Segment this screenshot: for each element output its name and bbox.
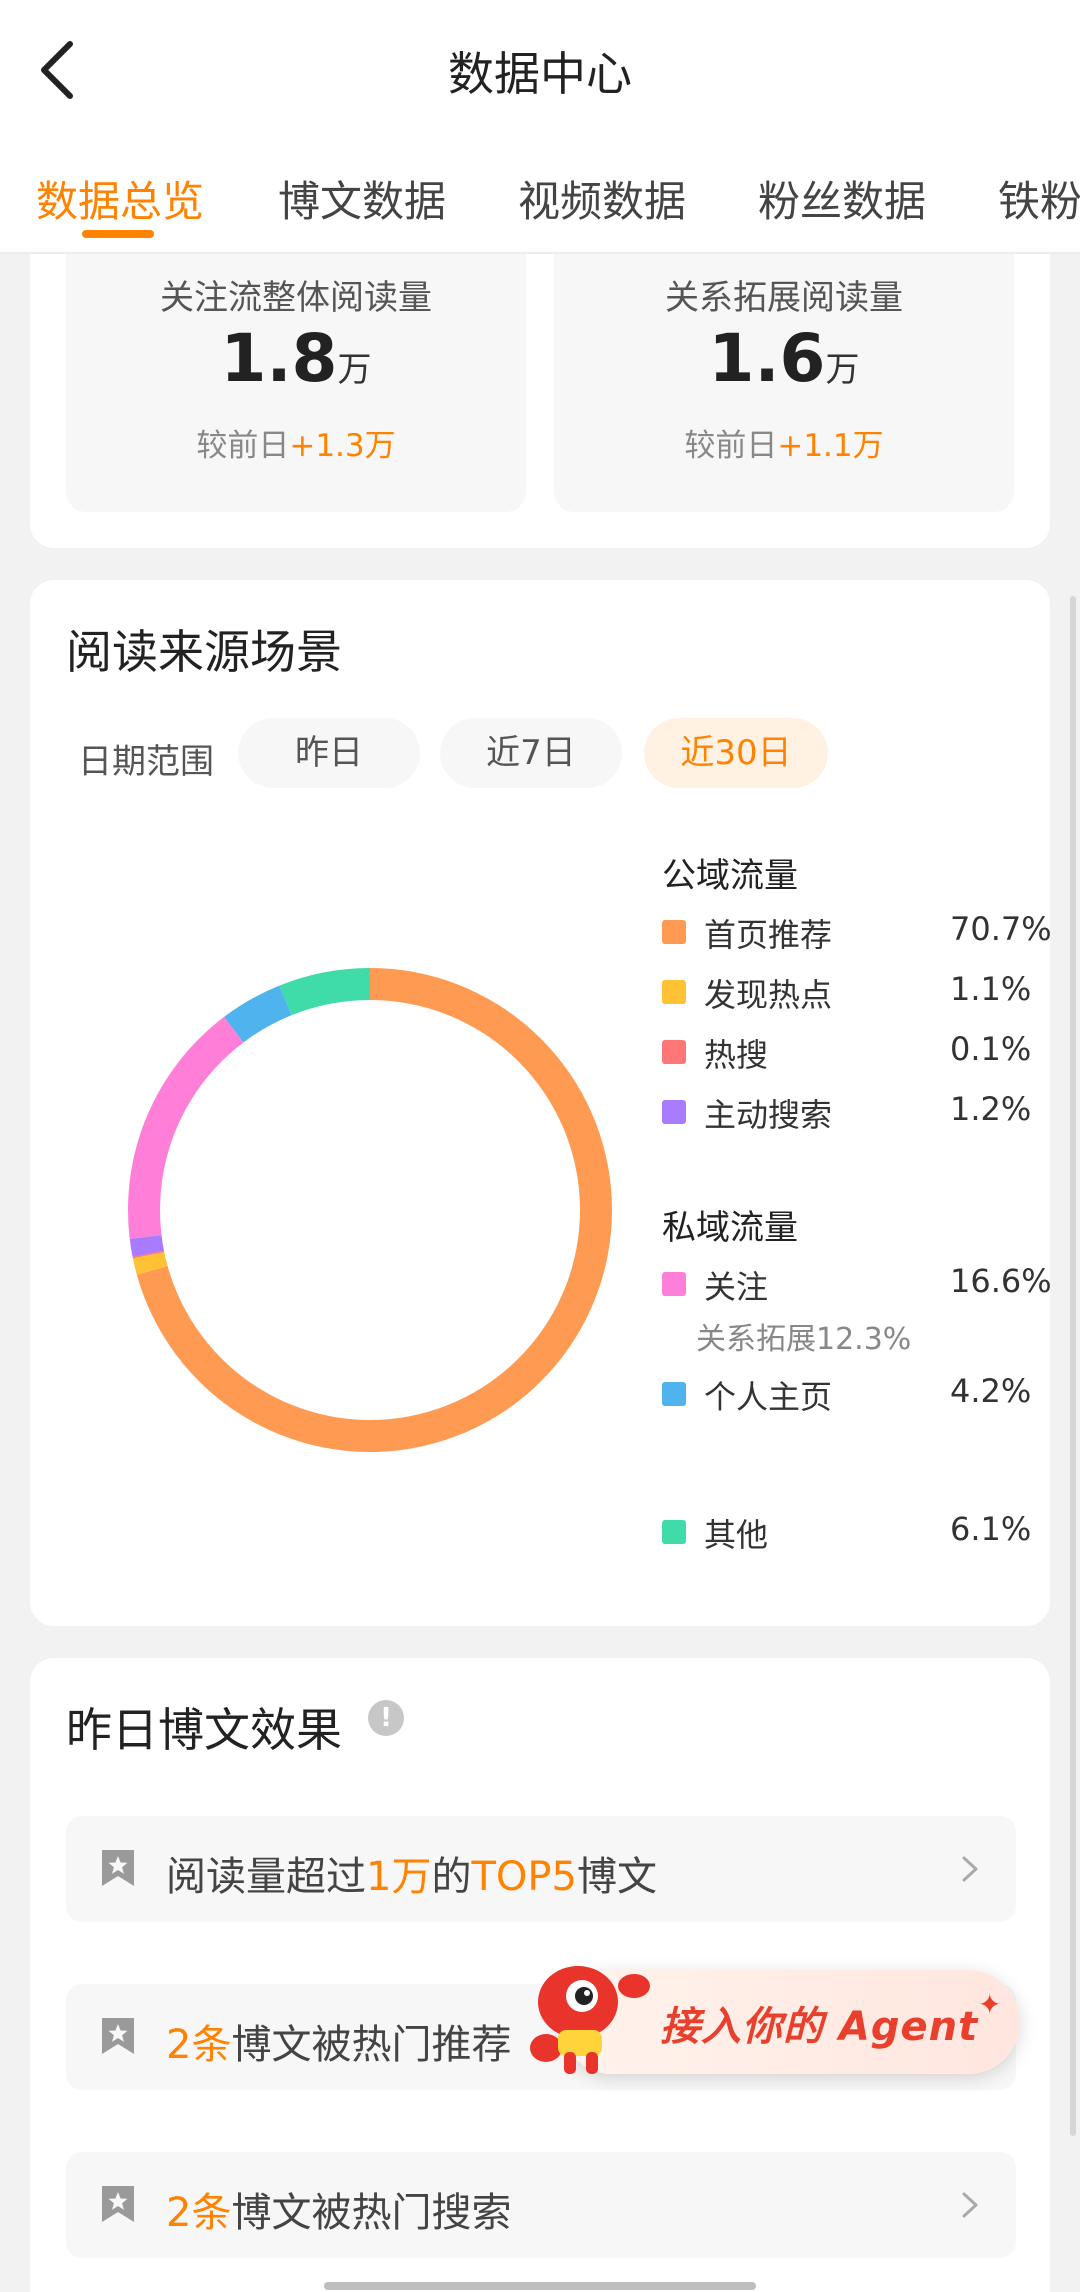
tab-overview[interactable]: 数据总览 xyxy=(36,168,204,229)
legend-name: 其他 xyxy=(704,1516,769,1554)
text-part: 阅读量超过 xyxy=(166,1854,366,1900)
stat-unit: 万 xyxy=(337,350,372,390)
sparkle-icon: ✦ xyxy=(978,1988,1002,2021)
tab-fans-data[interactable]: 粉丝数据 xyxy=(758,168,926,229)
hot-search-row[interactable]: 2条博文被热门搜索 xyxy=(66,2152,1016,2258)
stat-label: 关系拓展阅读量 xyxy=(665,278,903,318)
legend-name: 主动搜索 xyxy=(704,1096,833,1134)
stat-label: 关注流整体阅读量 xyxy=(160,278,432,318)
compare-prefix: 较前日 xyxy=(684,428,778,464)
legend-percent: 1.1% xyxy=(950,970,1032,1008)
highlight-text: 1万 xyxy=(366,1854,432,1900)
read-source-card: 阅读来源场景 日期范围 昨日 近7日 近30日 公域流量 首页推荐 70.7% … xyxy=(30,580,1052,1626)
legend-name: 个人主页 xyxy=(704,1378,833,1416)
legend-name: 热搜 xyxy=(704,1036,769,1074)
read-stats-card: 关注流整体阅读量 1.8万 较前日+1.3万 关系拓展阅读量 1.6万 较前日+… xyxy=(30,254,1050,548)
stat-value: 1.8万 xyxy=(66,320,526,397)
donut-slice-5 xyxy=(128,1016,244,1239)
bookmark-star-icon xyxy=(102,2018,134,2054)
text-part: 博文被热门推荐 xyxy=(231,2022,512,2068)
stat-compare: 较前日+1.3万 xyxy=(66,420,526,465)
home-indicator[interactable] xyxy=(324,2282,756,2290)
scrollbar[interactable] xyxy=(1070,596,1076,2136)
public-traffic-heading: 公域流量 xyxy=(662,856,798,896)
page-title: 数据中心 xyxy=(448,47,632,101)
chevron-right-icon xyxy=(962,2192,978,2218)
legend-swatch xyxy=(662,1040,686,1064)
top5-posts-row[interactable]: 阅读量超过1万的TOP5博文 xyxy=(66,1816,1016,1922)
highlight-text: TOP5 xyxy=(471,1854,577,1900)
legend-swatch xyxy=(662,920,686,944)
text-part: 的 xyxy=(431,1854,472,1900)
legend-item: 热搜 0.1% xyxy=(662,1028,1042,1078)
row-text: 2条博文被热门推荐 xyxy=(166,2012,511,2070)
relation-reads-box: 关系拓展阅读量 1.6万 较前日+1.1万 xyxy=(554,254,1014,512)
legend-percent: 70.7% xyxy=(950,910,1052,948)
text-part: 博文被热门搜索 xyxy=(231,2190,512,2236)
tab-bar: 数据总览 博文数据 视频数据 粉丝数据 铁粉 xyxy=(0,140,1080,254)
text-part: 博文 xyxy=(576,1854,657,1900)
legend-item: 主动搜索 1.2% xyxy=(662,1088,1042,1138)
relation-expansion-note: 关系拓展12.3% xyxy=(696,1322,912,1357)
row-text: 阅读量超过1万的TOP5博文 xyxy=(166,1844,657,1902)
section-title: 昨日博文效果 xyxy=(66,1703,342,1757)
legend-swatch xyxy=(662,980,686,1004)
stat-unit: 万 xyxy=(825,350,860,390)
legend-percent: 4.2% xyxy=(950,1372,1032,1410)
bookmark-star-icon xyxy=(102,1850,134,1886)
legend-name: 发现热点 xyxy=(704,976,833,1014)
read-source-donut-chart xyxy=(128,968,612,1452)
legend-item: 关注 16.6% xyxy=(662,1260,1052,1310)
range-30days-button[interactable]: 近30日 xyxy=(644,718,828,788)
tab-iron-fans[interactable]: 铁粉 xyxy=(998,168,1080,229)
bookmark-star-icon xyxy=(102,2186,134,2222)
highlight-text: 2条 xyxy=(166,2022,232,2068)
row-text: 2条博文被热门搜索 xyxy=(166,2180,511,2238)
legend-name: 首页推荐 xyxy=(704,916,833,954)
highlight-text: 2条 xyxy=(166,2190,232,2236)
legend-percent: 6.1% xyxy=(950,1510,1032,1548)
compare-delta: +1.3万 xyxy=(289,428,396,464)
stat-number: 1.6 xyxy=(708,320,826,397)
stat-number: 1.8 xyxy=(220,320,338,397)
legend-swatch xyxy=(662,1100,686,1124)
tab-video-data[interactable]: 视频数据 xyxy=(518,168,686,229)
private-traffic-heading: 私域流量 xyxy=(662,1208,798,1248)
legend-percent: 0.1% xyxy=(950,1030,1032,1068)
app-header: 数据中心 xyxy=(0,0,1080,140)
legend-swatch xyxy=(662,1382,686,1406)
legend-percent: 16.6% xyxy=(950,1262,1052,1300)
mascot-icon[interactable] xyxy=(516,1944,656,2084)
chevron-right-icon xyxy=(962,1856,978,1882)
compare-prefix: 较前日 xyxy=(196,428,290,464)
legend-item: 个人主页 4.2% xyxy=(662,1370,1042,1420)
active-tab-indicator xyxy=(82,230,154,238)
agent-label: 接入你的 Agent xyxy=(660,2004,979,2050)
donut-slice-7 xyxy=(279,968,370,1016)
legend-swatch xyxy=(662,1520,686,1544)
range-7days-button[interactable]: 近7日 xyxy=(440,718,622,788)
follow-reads-box: 关注流整体阅读量 1.8万 较前日+1.3万 xyxy=(66,254,526,512)
range-yesterday-button[interactable]: 昨日 xyxy=(238,718,420,788)
legend-name: 关注 xyxy=(704,1268,769,1306)
legend-swatch xyxy=(662,1272,686,1296)
section-title: 阅读来源场景 xyxy=(66,625,342,679)
compare-delta: +1.1万 xyxy=(777,428,884,464)
legend-item: 其他 6.1% xyxy=(662,1508,1042,1558)
legend-item: 首页推荐 70.7% xyxy=(662,908,1052,958)
stat-value: 1.6万 xyxy=(554,320,1014,397)
tab-post-data[interactable]: 博文数据 xyxy=(278,168,446,229)
legend-percent: 1.2% xyxy=(950,1090,1032,1128)
stat-compare: 较前日+1.1万 xyxy=(554,420,1014,465)
legend-item: 发现热点 1.1% xyxy=(662,968,1042,1018)
date-range-label: 日期范围 xyxy=(78,742,214,782)
info-icon[interactable]: ! xyxy=(368,1700,404,1736)
